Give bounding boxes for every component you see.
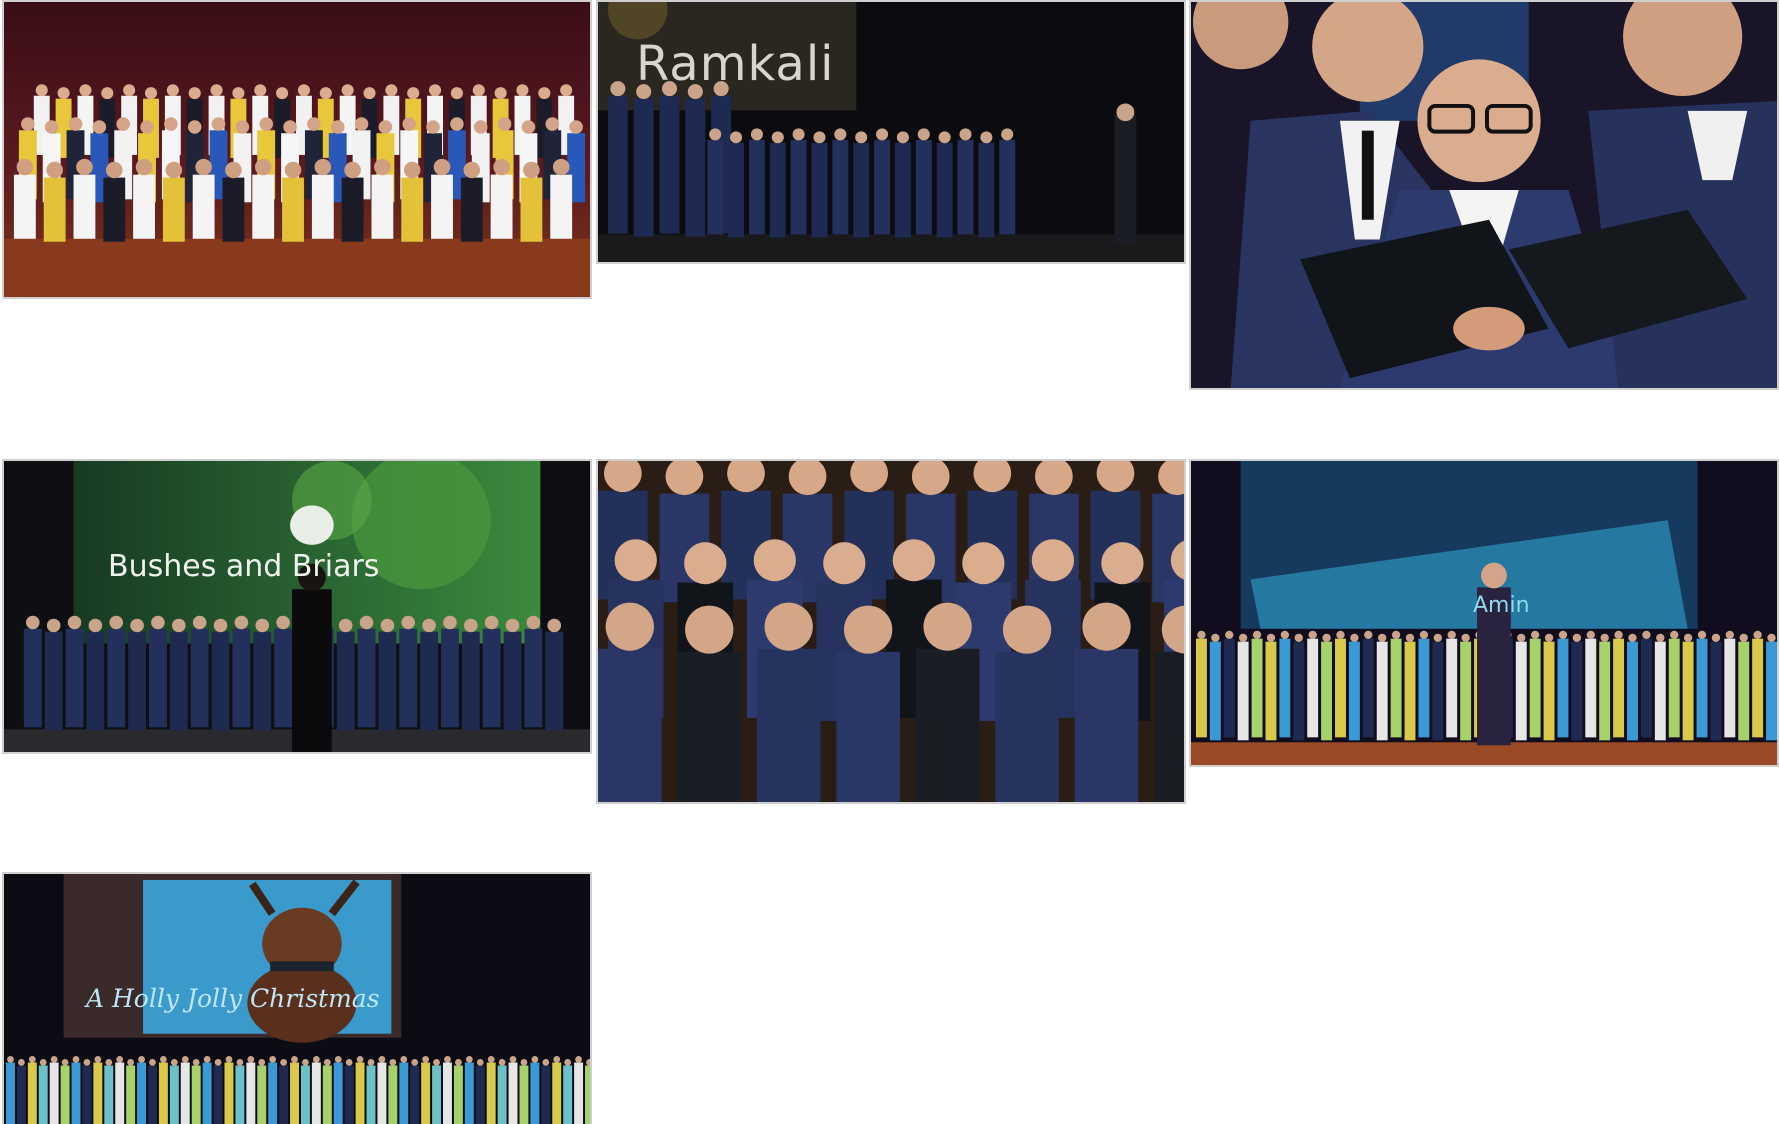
- photo-bushes-and-briars[interactable]: Bushes and Briars: [2, 459, 592, 754]
- holly-jolly-image: [4, 874, 590, 1124]
- photo-gallery: Ramkali Bushes and Briars Amin A Holly J…: [0, 0, 1779, 1124]
- photo-amin[interactable]: Amin: [1189, 459, 1779, 767]
- amin-image: [1191, 461, 1777, 765]
- photo-holly-jolly[interactable]: A Holly Jolly Christmas: [2, 872, 592, 1124]
- photo-choir-singing[interactable]: [596, 459, 1186, 804]
- photo-group-on-stage[interactable]: [2, 0, 592, 299]
- choir-singing-image: [598, 461, 1184, 802]
- ramkali-image: [598, 2, 1184, 262]
- bushes-and-briars-image: [4, 461, 590, 752]
- closeup-singers-image: [1191, 2, 1777, 388]
- photo-ramkali[interactable]: Ramkali: [596, 0, 1186, 264]
- photo-closeup-singers[interactable]: [1189, 0, 1779, 390]
- group-photo-image: [4, 2, 590, 297]
